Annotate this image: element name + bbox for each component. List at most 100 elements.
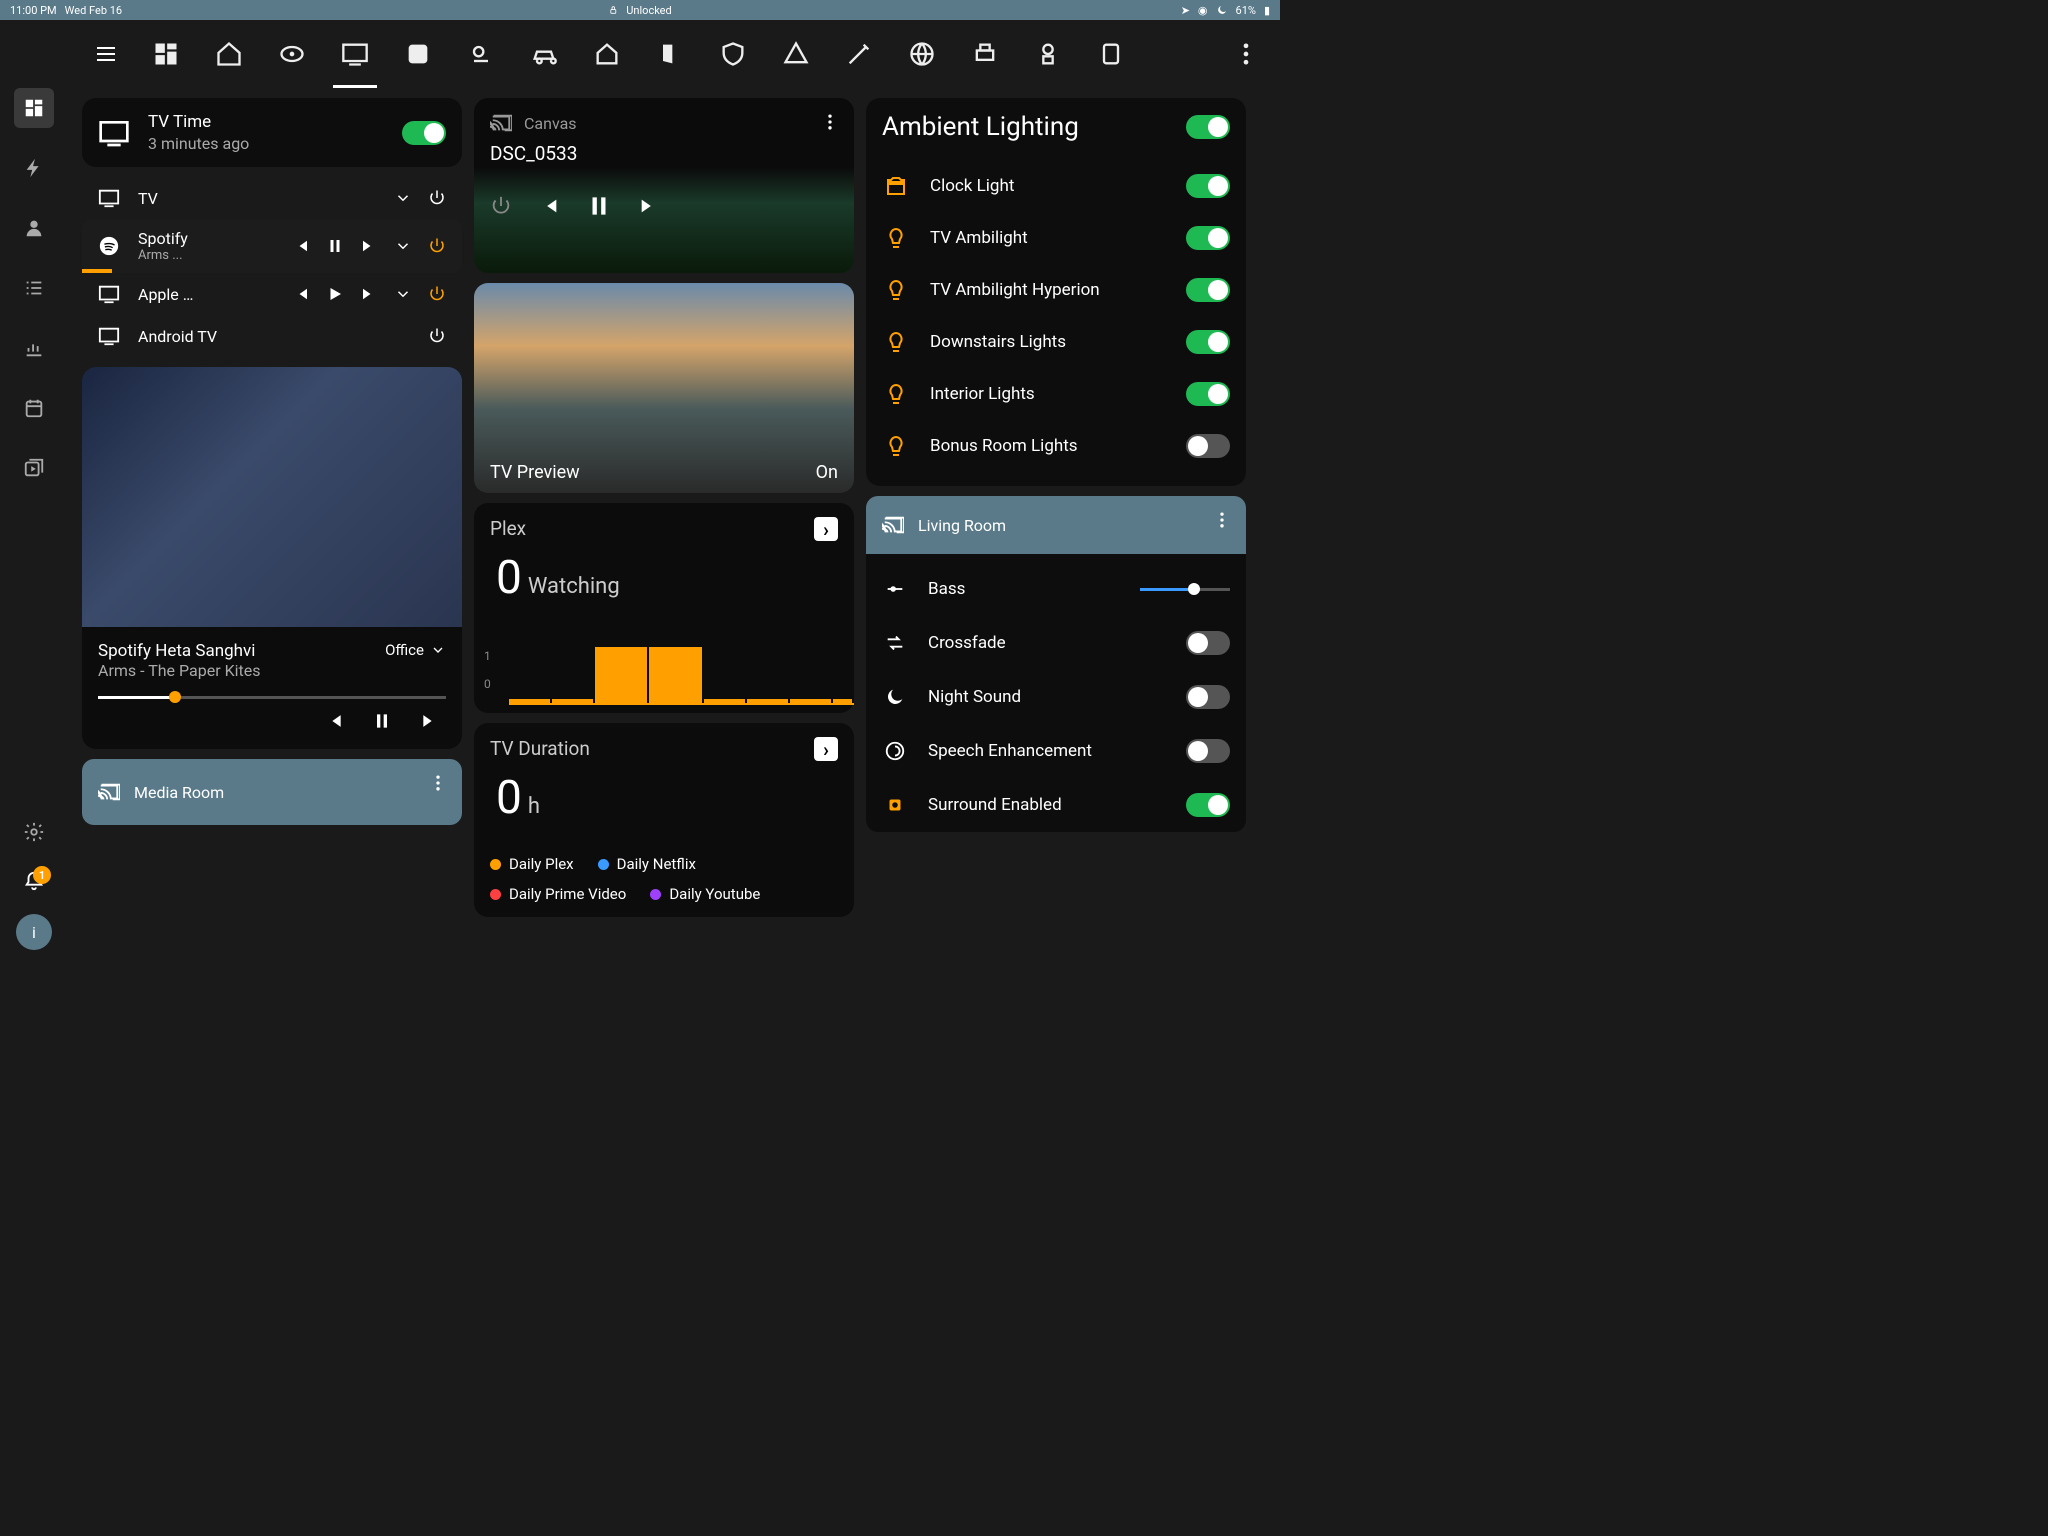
ambient-toggle[interactable]	[1186, 382, 1230, 406]
living-toggle[interactable]	[1186, 739, 1230, 763]
menu-button[interactable]	[88, 36, 124, 72]
media-row-tv[interactable]: TV	[82, 177, 462, 219]
nav-home-icon[interactable]	[215, 40, 243, 68]
ambient-toggle[interactable]	[1186, 174, 1230, 198]
nav-camera-icon[interactable]	[1034, 40, 1062, 68]
living-row[interactable]: Bass	[882, 562, 1230, 616]
ambient-row[interactable]: Clock Light	[882, 160, 1230, 212]
light-icon	[882, 380, 910, 408]
sidebar-dashboard[interactable]	[14, 88, 54, 128]
prev-icon[interactable]	[292, 285, 310, 303]
nav-homekit-icon[interactable]	[593, 40, 621, 68]
media-row-android[interactable]: Android TV	[82, 315, 462, 357]
ambient-toggle[interactable]	[1186, 434, 1230, 458]
sidebar-notifications[interactable]: 1	[23, 870, 45, 896]
tvdur-unit: h	[528, 794, 540, 819]
pause-icon[interactable]	[372, 711, 392, 731]
living-label: Night Sound	[928, 687, 1166, 707]
nav-tv-icon[interactable]	[341, 40, 369, 68]
living-toggle[interactable]	[1186, 631, 1230, 655]
next-icon[interactable]	[360, 285, 378, 303]
spotify-track: Arms ...	[138, 248, 274, 263]
living-toggle[interactable]	[1186, 793, 1230, 817]
player-location[interactable]: Office	[385, 641, 446, 659]
spotify-player-card[interactable]: Spotify Heta Sanghvi Arms - The Paper Ki…	[82, 367, 462, 749]
nav-water-icon[interactable]	[1097, 40, 1125, 68]
nav-weather-icon[interactable]	[467, 40, 495, 68]
nav-shield-icon[interactable]	[719, 40, 747, 68]
chevron-down-icon[interactable]	[394, 285, 412, 303]
nav-network-icon[interactable]	[908, 40, 936, 68]
sidebar-person[interactable]	[14, 208, 54, 248]
more-icon[interactable]	[820, 112, 840, 132]
plex-card[interactable]: Plex › 0Watching 1 0	[474, 503, 854, 713]
ambient-row[interactable]: Interior Lights	[882, 368, 1230, 420]
sidebar-settings[interactable]	[14, 812, 54, 852]
media-row-apple[interactable]: Apple …	[82, 273, 462, 315]
nav-printer-icon[interactable]	[971, 40, 999, 68]
sidebar-stats[interactable]	[14, 328, 54, 368]
sidebar-calendar[interactable]	[14, 388, 54, 428]
power-icon[interactable]	[490, 195, 512, 217]
prev-icon[interactable]	[538, 195, 560, 217]
media-room-header[interactable]: Media Room	[82, 759, 462, 825]
sidebar-info[interactable]: i	[16, 914, 52, 950]
ambient-row[interactable]: TV Ambilight Hyperion	[882, 264, 1230, 316]
more-icon[interactable]	[1212, 510, 1232, 530]
nav-magic-icon[interactable]	[845, 40, 873, 68]
more-icon[interactable]	[428, 773, 448, 793]
media-room-title: Media Room	[134, 783, 224, 802]
sidebar-list[interactable]	[14, 268, 54, 308]
nav-eye-icon[interactable]	[278, 40, 306, 68]
tv-duration-card[interactable]: TV Duration › 0h Daily PlexDaily Netflix…	[474, 723, 854, 917]
living-row[interactable]: Surround Enabled	[882, 778, 1230, 832]
living-room-header[interactable]: Living Room	[866, 496, 1246, 554]
next-icon[interactable]	[360, 237, 378, 255]
progress-bar[interactable]	[98, 696, 446, 699]
living-row[interactable]: Crossfade	[882, 616, 1230, 670]
power-icon[interactable]	[428, 237, 446, 255]
tv-preview-card[interactable]: TV Preview On	[474, 283, 854, 493]
pause-icon[interactable]	[586, 193, 612, 219]
nav-car-icon[interactable]	[530, 40, 558, 68]
sidebar-energy[interactable]	[14, 148, 54, 188]
nav-alert-icon[interactable]	[782, 40, 810, 68]
prev-icon[interactable]	[292, 237, 310, 255]
ambient-toggle[interactable]	[1186, 278, 1230, 302]
cast-icon	[490, 112, 512, 134]
nav-more-button[interactable]	[1232, 40, 1260, 68]
living-row[interactable]: Speech Enhancement	[882, 724, 1230, 778]
ambient-toggle[interactable]	[1186, 330, 1230, 354]
sidebar-media[interactable]	[14, 448, 54, 488]
living-room-card: Living Room Bass Crossfade Night Sound S…	[866, 496, 1246, 832]
prev-icon[interactable]	[324, 711, 344, 731]
pause-icon[interactable]	[326, 237, 344, 255]
next-icon[interactable]	[420, 711, 440, 731]
living-row[interactable]: Night Sound	[882, 670, 1230, 724]
power-icon[interactable]	[428, 285, 446, 303]
living-toggle[interactable]	[1186, 685, 1230, 709]
tvtime-toggle[interactable]	[402, 121, 446, 145]
power-icon[interactable]	[428, 327, 446, 345]
bass-slider[interactable]	[1140, 588, 1230, 591]
play-icon[interactable]	[326, 285, 344, 303]
ambient-master-toggle[interactable]	[1186, 115, 1230, 139]
media-row-spotify[interactable]: Spotify Arms ...	[82, 219, 462, 273]
ambient-toggle[interactable]	[1186, 226, 1230, 250]
nav-door-icon[interactable]	[656, 40, 684, 68]
ambient-row[interactable]: TV Ambilight	[882, 212, 1230, 264]
chevron-down-icon[interactable]	[394, 237, 412, 255]
expand-button[interactable]: ›	[814, 737, 838, 761]
light-icon	[882, 276, 910, 304]
chevron-down-icon[interactable]	[394, 189, 412, 207]
ambient-row[interactable]: Downstairs Lights	[882, 316, 1230, 368]
legend-item: Daily Plex	[490, 855, 574, 873]
nav-floorplan-icon[interactable]	[152, 40, 180, 68]
tvtime-card[interactable]: TV Time 3 minutes ago	[82, 98, 462, 167]
next-icon[interactable]	[638, 195, 660, 217]
power-icon[interactable]	[428, 189, 446, 207]
expand-button[interactable]: ›	[814, 517, 838, 541]
ambient-row[interactable]: Bonus Room Lights	[882, 420, 1230, 472]
canvas-card[interactable]: Canvas DSC_0533	[474, 98, 854, 273]
nav-spotify-icon[interactable]	[404, 40, 432, 68]
